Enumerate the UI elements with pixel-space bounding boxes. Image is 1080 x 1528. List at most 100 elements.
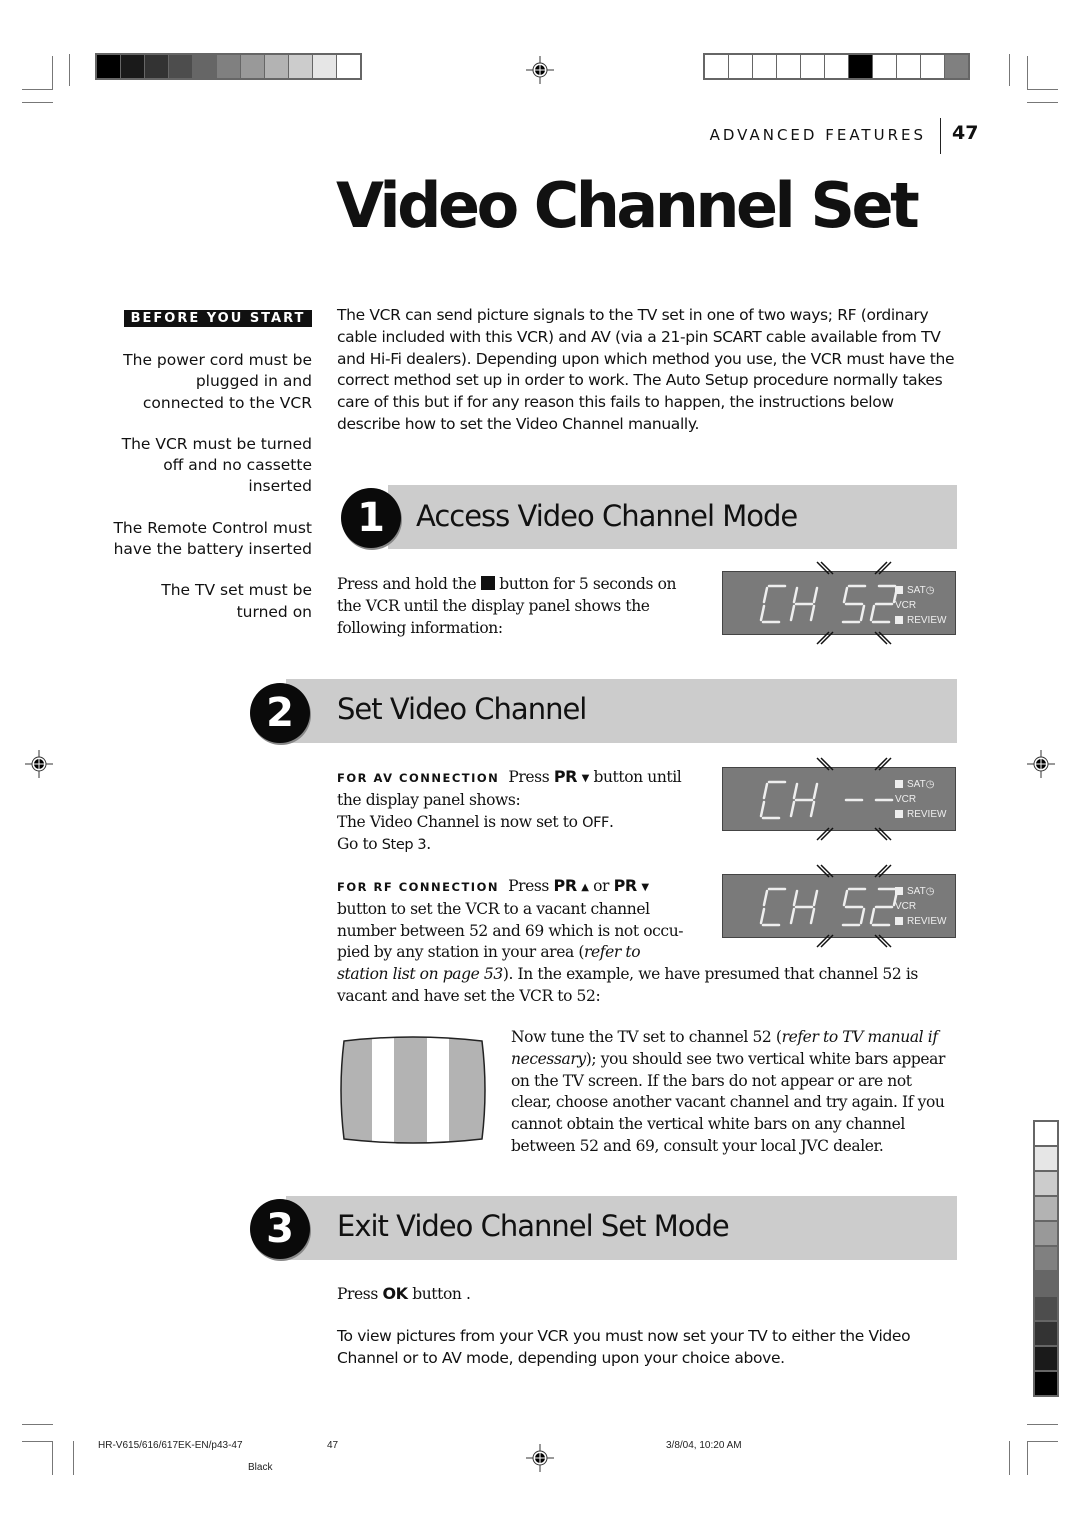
- lcd-segment: [809, 800, 816, 818]
- color-swatch: [897, 55, 920, 78]
- color-swatch: [145, 55, 168, 78]
- color-swatch: [801, 55, 824, 78]
- lcd-segment: [859, 907, 866, 925]
- registration-mark-icon: [526, 1444, 554, 1472]
- lcd-segment: [809, 604, 816, 622]
- registration-mark-icon: [25, 750, 53, 778]
- color-swatch: [289, 55, 312, 78]
- tv-screen-background: [341, 1037, 485, 1143]
- crop-mark: [1027, 1441, 1058, 1442]
- step-number-badge: 1: [341, 488, 401, 548]
- vcr-indicator: VCR: [895, 600, 917, 611]
- tv-tuning-instruction: Now tune the TV set to channel 52 (refer…: [511, 1028, 945, 1155]
- color-swatch: [1035, 1372, 1057, 1395]
- color-swatch: [1035, 1297, 1057, 1320]
- registration-mark-icon: [1027, 750, 1055, 778]
- lcd-segments: [759, 757, 894, 841]
- color-swatch: [921, 55, 944, 78]
- vcr-indicator: VCR: [895, 901, 917, 912]
- lcd-segment: [809, 907, 816, 925]
- prerequisite-item: The TV set must be turned on: [161, 581, 312, 621]
- lcd-segment: [759, 907, 766, 925]
- lcd-segment: [792, 782, 799, 800]
- review-indicator-icon: [895, 810, 903, 818]
- clock-icon: ◷: [925, 886, 935, 897]
- ok-key: OK: [382, 1284, 408, 1303]
- color-swatch: [337, 55, 360, 78]
- review-indicator-icon: [895, 917, 903, 925]
- step-number-badge: 3: [250, 1199, 310, 1259]
- lcd-segment: [869, 907, 876, 925]
- down-arrow-icon: ▼: [581, 773, 590, 784]
- crop-mark: [1009, 54, 1010, 86]
- before-you-start-heading: BEFORE YOU START: [124, 310, 312, 327]
- intro-paragraph: The VCR can send picture signals to the …: [337, 306, 955, 433]
- lcd-segment: [812, 889, 819, 907]
- color-swatch: [97, 55, 120, 78]
- lcd-segment: [812, 586, 819, 604]
- down-arrow-icon: ▼: [641, 882, 649, 893]
- page-title: Video Channel Set: [336, 169, 920, 242]
- crop-mark: [22, 1441, 53, 1442]
- crop-mark: [22, 89, 53, 90]
- grayscale-bar-top-left: [95, 53, 362, 80]
- color-swatch: [945, 55, 968, 78]
- lcd-segment: [869, 604, 876, 622]
- step-3-instruction: Press OK button .: [337, 1284, 471, 1303]
- crop-mark: [69, 54, 70, 86]
- color-swatch: [121, 55, 144, 78]
- color-swatch: [1035, 1322, 1057, 1345]
- lcd-segment: [812, 782, 819, 800]
- crop-mark: [1027, 1441, 1028, 1475]
- pr-down-key: PR: [613, 876, 638, 895]
- white-bar: [372, 1037, 394, 1143]
- lcd-segment: [859, 604, 866, 622]
- crop-mark: [1027, 102, 1058, 103]
- color-swatch: [1035, 1122, 1057, 1145]
- color-swatch: [265, 55, 288, 78]
- lcd-segment: [762, 586, 769, 604]
- color-swatch: [753, 55, 776, 78]
- review-indicator-icon: [895, 616, 903, 624]
- stop-button-icon: [480, 576, 495, 590]
- lcd-segment: [792, 586, 799, 604]
- white-bar: [427, 1037, 449, 1143]
- color-swatch: [777, 55, 800, 78]
- lcd-segment: [842, 889, 849, 907]
- crop-mark: [1027, 1424, 1058, 1425]
- pr-down-key: PR: [553, 767, 578, 786]
- footer-page-number: 47: [327, 1440, 339, 1451]
- lcd-segment: [762, 889, 769, 907]
- color-swatch: [193, 55, 216, 78]
- vcr-display-panel: SAT◷ VCR REVIEW: [722, 561, 956, 645]
- crop-mark: [52, 56, 53, 90]
- step-title: Exit Video Channel Set Mode: [337, 1209, 730, 1243]
- crop-mark: [73, 1441, 74, 1475]
- crop-mark: [1027, 56, 1028, 90]
- color-swatch: [705, 55, 728, 78]
- step-1-instruction: Press and hold the button for 5 seconds …: [337, 575, 677, 637]
- page-number: 47: [952, 122, 979, 144]
- step-title: Access Video Channel Mode: [416, 499, 798, 533]
- registration-bar-top-right: [703, 53, 970, 80]
- up-arrow-icon: ▲: [581, 882, 589, 893]
- prerequisite-item: The Remote Control must have the battery…: [113, 518, 312, 559]
- lcd-segment: [759, 800, 766, 818]
- crop-mark: [22, 102, 53, 103]
- vcr-indicator: VCR: [895, 794, 917, 805]
- prerequisite-item: The VCR must be turned off and no casset…: [121, 434, 312, 496]
- color-swatch: [1035, 1347, 1057, 1370]
- color-swatch: [169, 55, 192, 78]
- color-swatch: [849, 55, 872, 78]
- pr-up-key: PR: [553, 876, 578, 895]
- lcd-segment: [789, 604, 796, 622]
- step-number-badge: 2: [250, 683, 310, 743]
- crop-mark: [22, 1424, 53, 1425]
- lcd-segment: [789, 907, 796, 925]
- color-swatch: [1035, 1247, 1057, 1270]
- av-connection-instruction: FOR AV CONNECTION Press PR ▼ button unti…: [337, 767, 682, 854]
- lcd-segment: [789, 800, 796, 818]
- color-swatch: [1035, 1172, 1057, 1195]
- color-swatch: [1035, 1197, 1057, 1220]
- color-swatch: [825, 55, 848, 78]
